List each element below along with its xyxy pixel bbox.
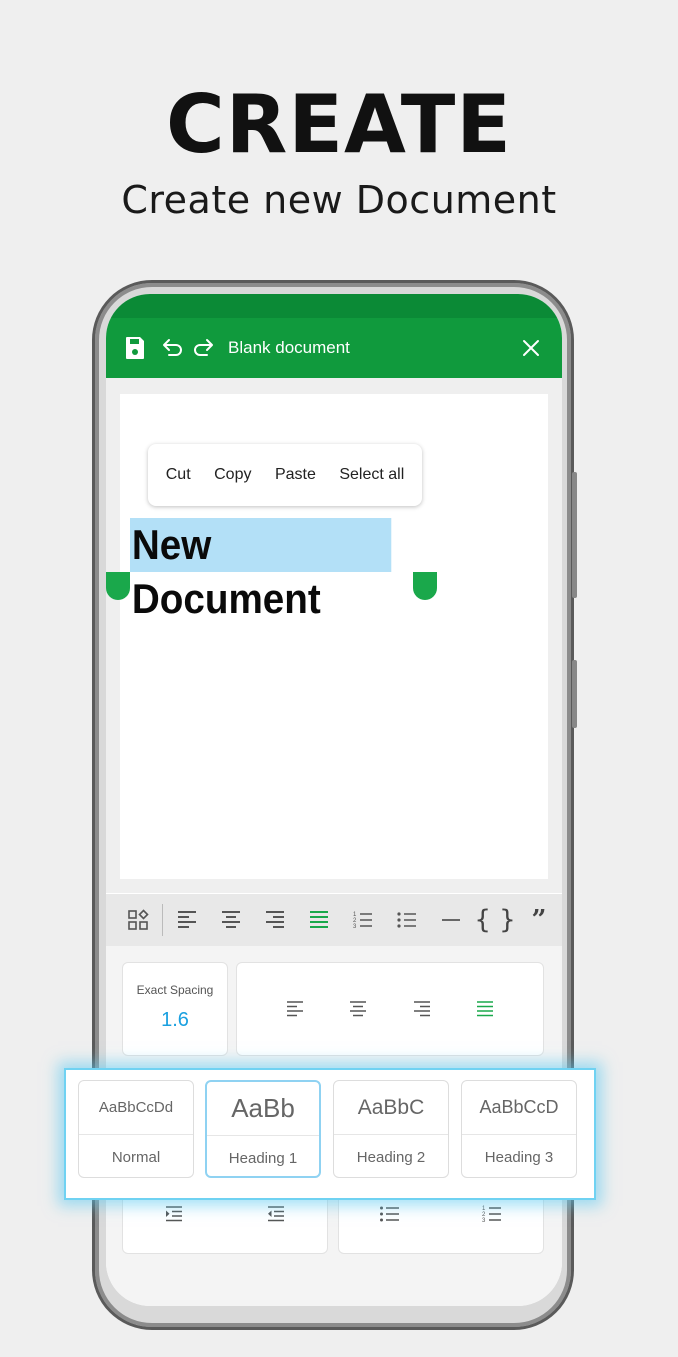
align-right-icon[interactable] bbox=[400, 987, 444, 1031]
save-icon[interactable] bbox=[122, 335, 148, 361]
align-left-icon[interactable] bbox=[165, 898, 209, 942]
selected-document-text[interactable]: New Document bbox=[130, 518, 392, 622]
toolbar-divider bbox=[162, 904, 163, 936]
spacing-value: 1.6 bbox=[161, 1009, 189, 1031]
text-context-menu: Cut Copy Paste Select all bbox=[148, 444, 422, 506]
undo-icon[interactable] bbox=[160, 335, 186, 361]
style-card-heading-3[interactable]: AaBbCcD Heading 3 bbox=[461, 1080, 577, 1178]
promo-subtitle: Create new Document bbox=[121, 178, 557, 222]
selection-handle-start[interactable] bbox=[106, 572, 130, 600]
close-icon[interactable] bbox=[518, 335, 544, 361]
align-center-icon[interactable] bbox=[336, 987, 380, 1031]
line-spacing-card[interactable]: Exact Spacing 1.6 bbox=[122, 962, 228, 1056]
align-center-icon[interactable] bbox=[209, 898, 253, 942]
widgets-icon[interactable] bbox=[116, 898, 160, 942]
side-button bbox=[572, 472, 577, 598]
style-sample: AaBbCcDd bbox=[79, 1081, 193, 1135]
align-left-icon[interactable] bbox=[273, 987, 317, 1031]
spacing-label: Exact Spacing bbox=[136, 983, 214, 997]
document-title: Blank document bbox=[228, 338, 350, 357]
redo-icon[interactable] bbox=[190, 335, 216, 361]
svg-text:3: 3 bbox=[482, 1218, 486, 1224]
style-name: Heading 1 bbox=[228, 1149, 298, 1167]
style-name: Heading 3 bbox=[484, 1148, 554, 1166]
paragraph-align-card bbox=[236, 962, 544, 1056]
format-toolbar: 123 { } ” bbox=[106, 894, 562, 946]
style-sample: AaBbCcD bbox=[462, 1081, 576, 1135]
status-bar bbox=[106, 294, 562, 318]
style-card-normal[interactable]: AaBbCcDd Normal bbox=[78, 1080, 194, 1178]
svg-text:3: 3 bbox=[353, 924, 357, 930]
align-right-icon[interactable] bbox=[253, 898, 297, 942]
style-sample: AaBb bbox=[207, 1082, 319, 1136]
numbered-list-icon[interactable]: 123 bbox=[341, 898, 385, 942]
menu-item-copy[interactable]: Copy bbox=[212, 462, 253, 488]
style-sample: AaBbC bbox=[334, 1081, 448, 1135]
app-bar: Blank document bbox=[106, 318, 562, 378]
style-name: Normal bbox=[111, 1148, 161, 1166]
paragraph-styles-strip: AaBbCcDd Normal AaBb Heading 1 AaBbC Hea… bbox=[64, 1068, 596, 1200]
side-button bbox=[572, 660, 577, 728]
menu-item-paste[interactable]: Paste bbox=[273, 462, 318, 488]
promo-title: CREATE bbox=[166, 78, 512, 171]
code-block-icon[interactable]: { } bbox=[473, 898, 517, 942]
bullet-list-icon[interactable] bbox=[385, 898, 429, 942]
menu-item-cut[interactable]: Cut bbox=[164, 462, 193, 488]
align-justify-icon[interactable] bbox=[297, 898, 341, 942]
style-name: Heading 2 bbox=[356, 1148, 426, 1166]
menu-item-select-all[interactable]: Select all bbox=[337, 462, 406, 488]
selection-handle-end[interactable] bbox=[413, 572, 437, 600]
horizontal-rule-icon[interactable] bbox=[429, 898, 473, 942]
style-card-heading-1[interactable]: AaBb Heading 1 bbox=[205, 1080, 321, 1178]
align-justify-icon[interactable] bbox=[463, 987, 507, 1031]
quote-icon[interactable]: ” bbox=[517, 898, 561, 942]
style-card-heading-2[interactable]: AaBbC Heading 2 bbox=[333, 1080, 449, 1178]
